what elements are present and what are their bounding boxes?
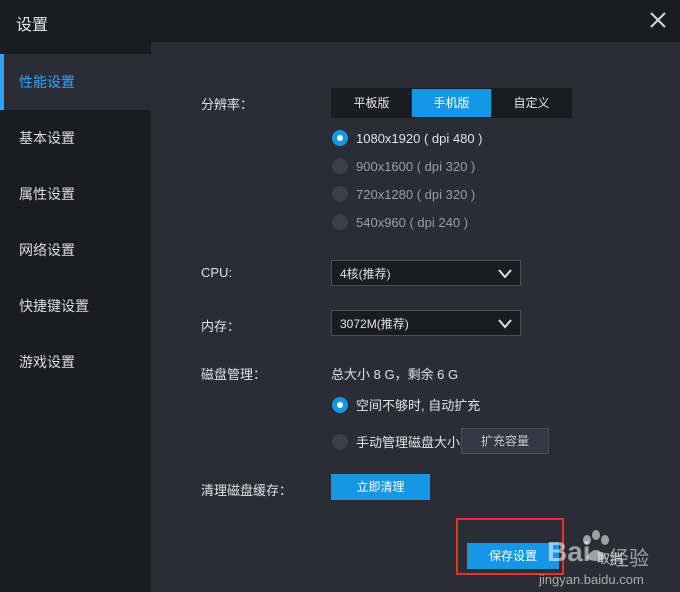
radio-unchecked-icon xyxy=(332,158,348,174)
title-bar: 设置 xyxy=(0,0,680,42)
resolution-option[interactable]: 900x1600 ( dpi 320 ) xyxy=(332,158,475,174)
sidebar-item-properties[interactable]: 属性设置 xyxy=(0,166,151,222)
resolution-option[interactable]: 720x1280 ( dpi 320 ) xyxy=(332,186,475,202)
settings-panel: 分辨率： 平板版 手机版 自定义 1080x1920 ( dpi 480 ) 9… xyxy=(151,42,680,592)
radio-unchecked-icon xyxy=(332,186,348,202)
memory-select[interactable]: 3072M(推荐) xyxy=(331,310,521,336)
resolution-option-label: 540x960 ( dpi 240 ) xyxy=(356,214,469,230)
sidebar-item-game[interactable]: 游戏设置 xyxy=(0,334,151,390)
radio-unchecked-icon xyxy=(332,433,348,450)
mode-segmented-control: 平板版 手机版 自定义 xyxy=(331,88,572,118)
radio-checked-icon xyxy=(332,396,348,413)
sidebar-item-basic[interactable]: 基本设置 xyxy=(0,110,151,166)
chevron-down-icon xyxy=(498,319,512,329)
window-title: 设置 xyxy=(16,17,49,34)
resolution-option[interactable]: 1080x1920 ( dpi 480 ) xyxy=(332,130,482,146)
radio-checked-icon xyxy=(332,130,348,146)
disk-label: 磁盘管理： xyxy=(201,367,267,382)
chevron-down-icon xyxy=(498,269,512,279)
mode-phone-button[interactable]: 手机版 xyxy=(412,89,492,117)
resolution-label: 分辨率： xyxy=(201,97,254,112)
memory-label: 内存： xyxy=(201,319,241,334)
radio-unchecked-icon xyxy=(332,214,348,230)
sidebar-item-performance[interactable]: 性能设置 xyxy=(0,54,151,110)
cpu-select[interactable]: 4核(推荐) xyxy=(331,260,521,286)
disk-manual-label: 手动管理磁盘大小 xyxy=(356,435,461,450)
memory-select-value: 3072M(推荐) xyxy=(340,317,409,331)
disk-auto-option[interactable]: 空间不够时, 自动扩充 xyxy=(332,395,480,414)
resolution-option-label: 900x1600 ( dpi 320 ) xyxy=(356,158,476,174)
disk-auto-label: 空间不够时, 自动扩充 xyxy=(356,398,481,413)
cancel-button[interactable]: 取消 xyxy=(597,548,623,567)
cache-label: 清理磁盘缓存： xyxy=(201,483,293,498)
expand-capacity-button[interactable]: 扩充容量 xyxy=(461,428,549,454)
mode-custom-button[interactable]: 自定义 xyxy=(492,89,571,117)
resolution-option[interactable]: 540x960 ( dpi 240 ) xyxy=(332,214,468,230)
resolution-option-label: 720x1280 ( dpi 320 ) xyxy=(356,186,476,202)
sidebar-item-network[interactable]: 网络设置 xyxy=(0,222,151,278)
sidebar: 性能设置 基本设置 属性设置 网络设置 快捷键设置 游戏设置 xyxy=(0,54,151,592)
mode-tablet-button[interactable]: 平板版 xyxy=(332,89,412,117)
sidebar-item-shortcuts[interactable]: 快捷键设置 xyxy=(0,278,151,334)
clean-now-button[interactable]: 立即清理 xyxy=(331,474,430,500)
cpu-label: CPU: xyxy=(201,265,233,280)
close-icon[interactable] xyxy=(646,8,670,32)
highlight-box xyxy=(456,518,564,575)
cpu-select-value: 4核(推荐) xyxy=(340,267,391,281)
disk-info: 总大小 8 G，剩余 6 G xyxy=(331,367,459,382)
disk-manual-option[interactable]: 手动管理磁盘大小 xyxy=(332,432,460,451)
resolution-option-label: 1080x1920 ( dpi 480 ) xyxy=(356,130,483,146)
